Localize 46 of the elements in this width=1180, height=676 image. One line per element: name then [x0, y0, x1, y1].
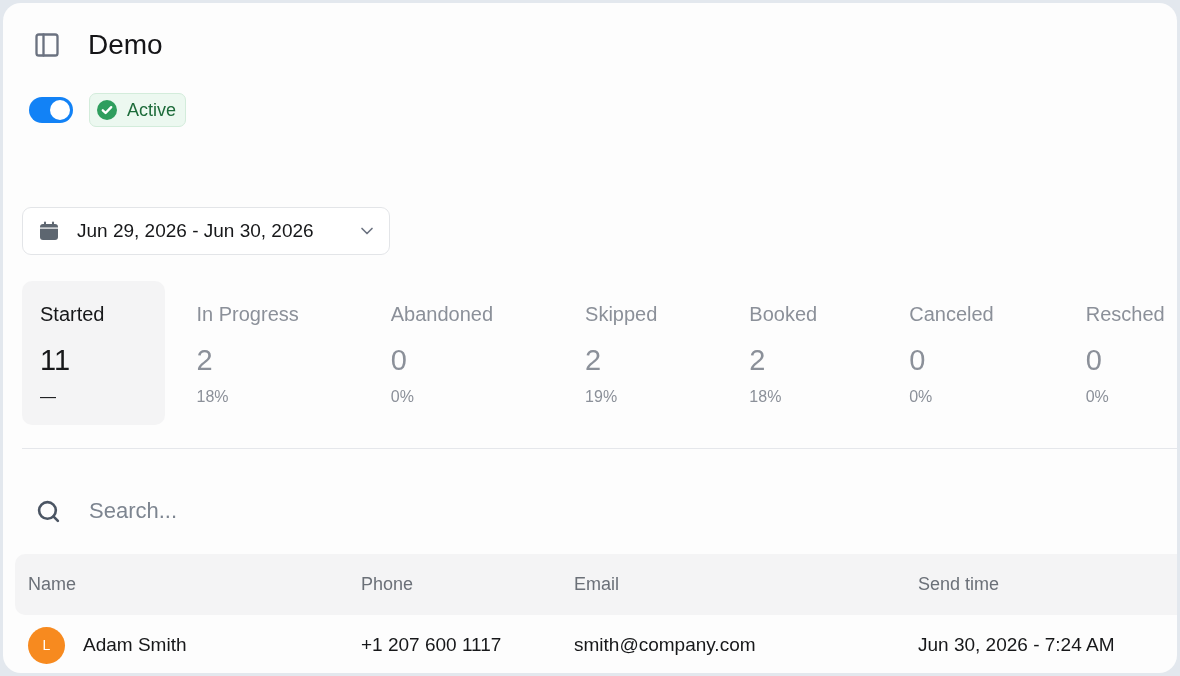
stat-card[interactable]: Skipped 2 19%: [567, 281, 719, 425]
stat-card[interactable]: Booked 2 18%: [731, 281, 879, 425]
check-circle-icon: [97, 100, 117, 120]
stat-label: Abandoned: [390, 302, 494, 326]
column-header: Send time: [918, 574, 1000, 594]
stat-percent: 0%: [1085, 387, 1109, 407]
stat-percent: —: [40, 387, 56, 407]
stat-percent: 18%: [749, 387, 782, 407]
stat-label: Canceled: [909, 302, 994, 326]
badge-label: Active: [127, 98, 177, 122]
avatar: L: [28, 627, 65, 664]
stat-value: 0: [1085, 343, 1102, 377]
table-cell: +1 207 600 1117: [361, 634, 502, 656]
page-title: Demo: [88, 28, 163, 62]
column-header: Name: [28, 574, 76, 594]
stat-label: Started: [40, 302, 105, 326]
date-range-picker[interactable]: Jun 29, 2026 - Jun 30, 2026: [22, 207, 390, 255]
search-field[interactable]: Search...: [89, 491, 689, 531]
toggle-switch[interactable]: [29, 97, 73, 123]
column-header: Email: [574, 574, 619, 594]
stat-value: 11: [40, 343, 71, 377]
stat-percent: 18%: [196, 387, 229, 407]
stat-card[interactable]: Started 11 —: [22, 281, 166, 425]
stat-label: Skipped: [585, 302, 658, 326]
stat-percent: 0%: [390, 387, 414, 407]
table-cell-text: Adam Smith: [83, 633, 187, 658]
column-header: Phone: [361, 574, 414, 594]
stat-card[interactable]: Abandoned 0 0%: [372, 281, 555, 425]
stat-card[interactable]: Canceled 0 0%: [891, 281, 1055, 425]
stat-card[interactable]: In Progress 2 18%: [178, 281, 360, 425]
calendar-icon: [39, 221, 59, 241]
stat-value: 2: [585, 343, 602, 377]
sidebar-toggle-icon[interactable]: [33, 31, 61, 59]
stat-label: Resched: [1085, 302, 1165, 326]
stat-label: Booked: [749, 302, 818, 326]
search-icon: [36, 498, 61, 524]
stat-percent: 19%: [585, 387, 618, 407]
table-cell: Jun 30, 2026 - 7:24 AM: [918, 634, 1115, 656]
table-cell: smith@company.com: [574, 634, 756, 656]
stat-percent: 0%: [909, 387, 933, 407]
stat-value: 0: [390, 343, 407, 377]
stat-value: 2: [196, 343, 213, 377]
stat-card[interactable]: Resched 0 0%: [1067, 281, 1177, 425]
stat-value: 2: [749, 343, 766, 377]
stat-label: In Progress: [196, 302, 299, 326]
stat-value: 0: [909, 343, 926, 377]
